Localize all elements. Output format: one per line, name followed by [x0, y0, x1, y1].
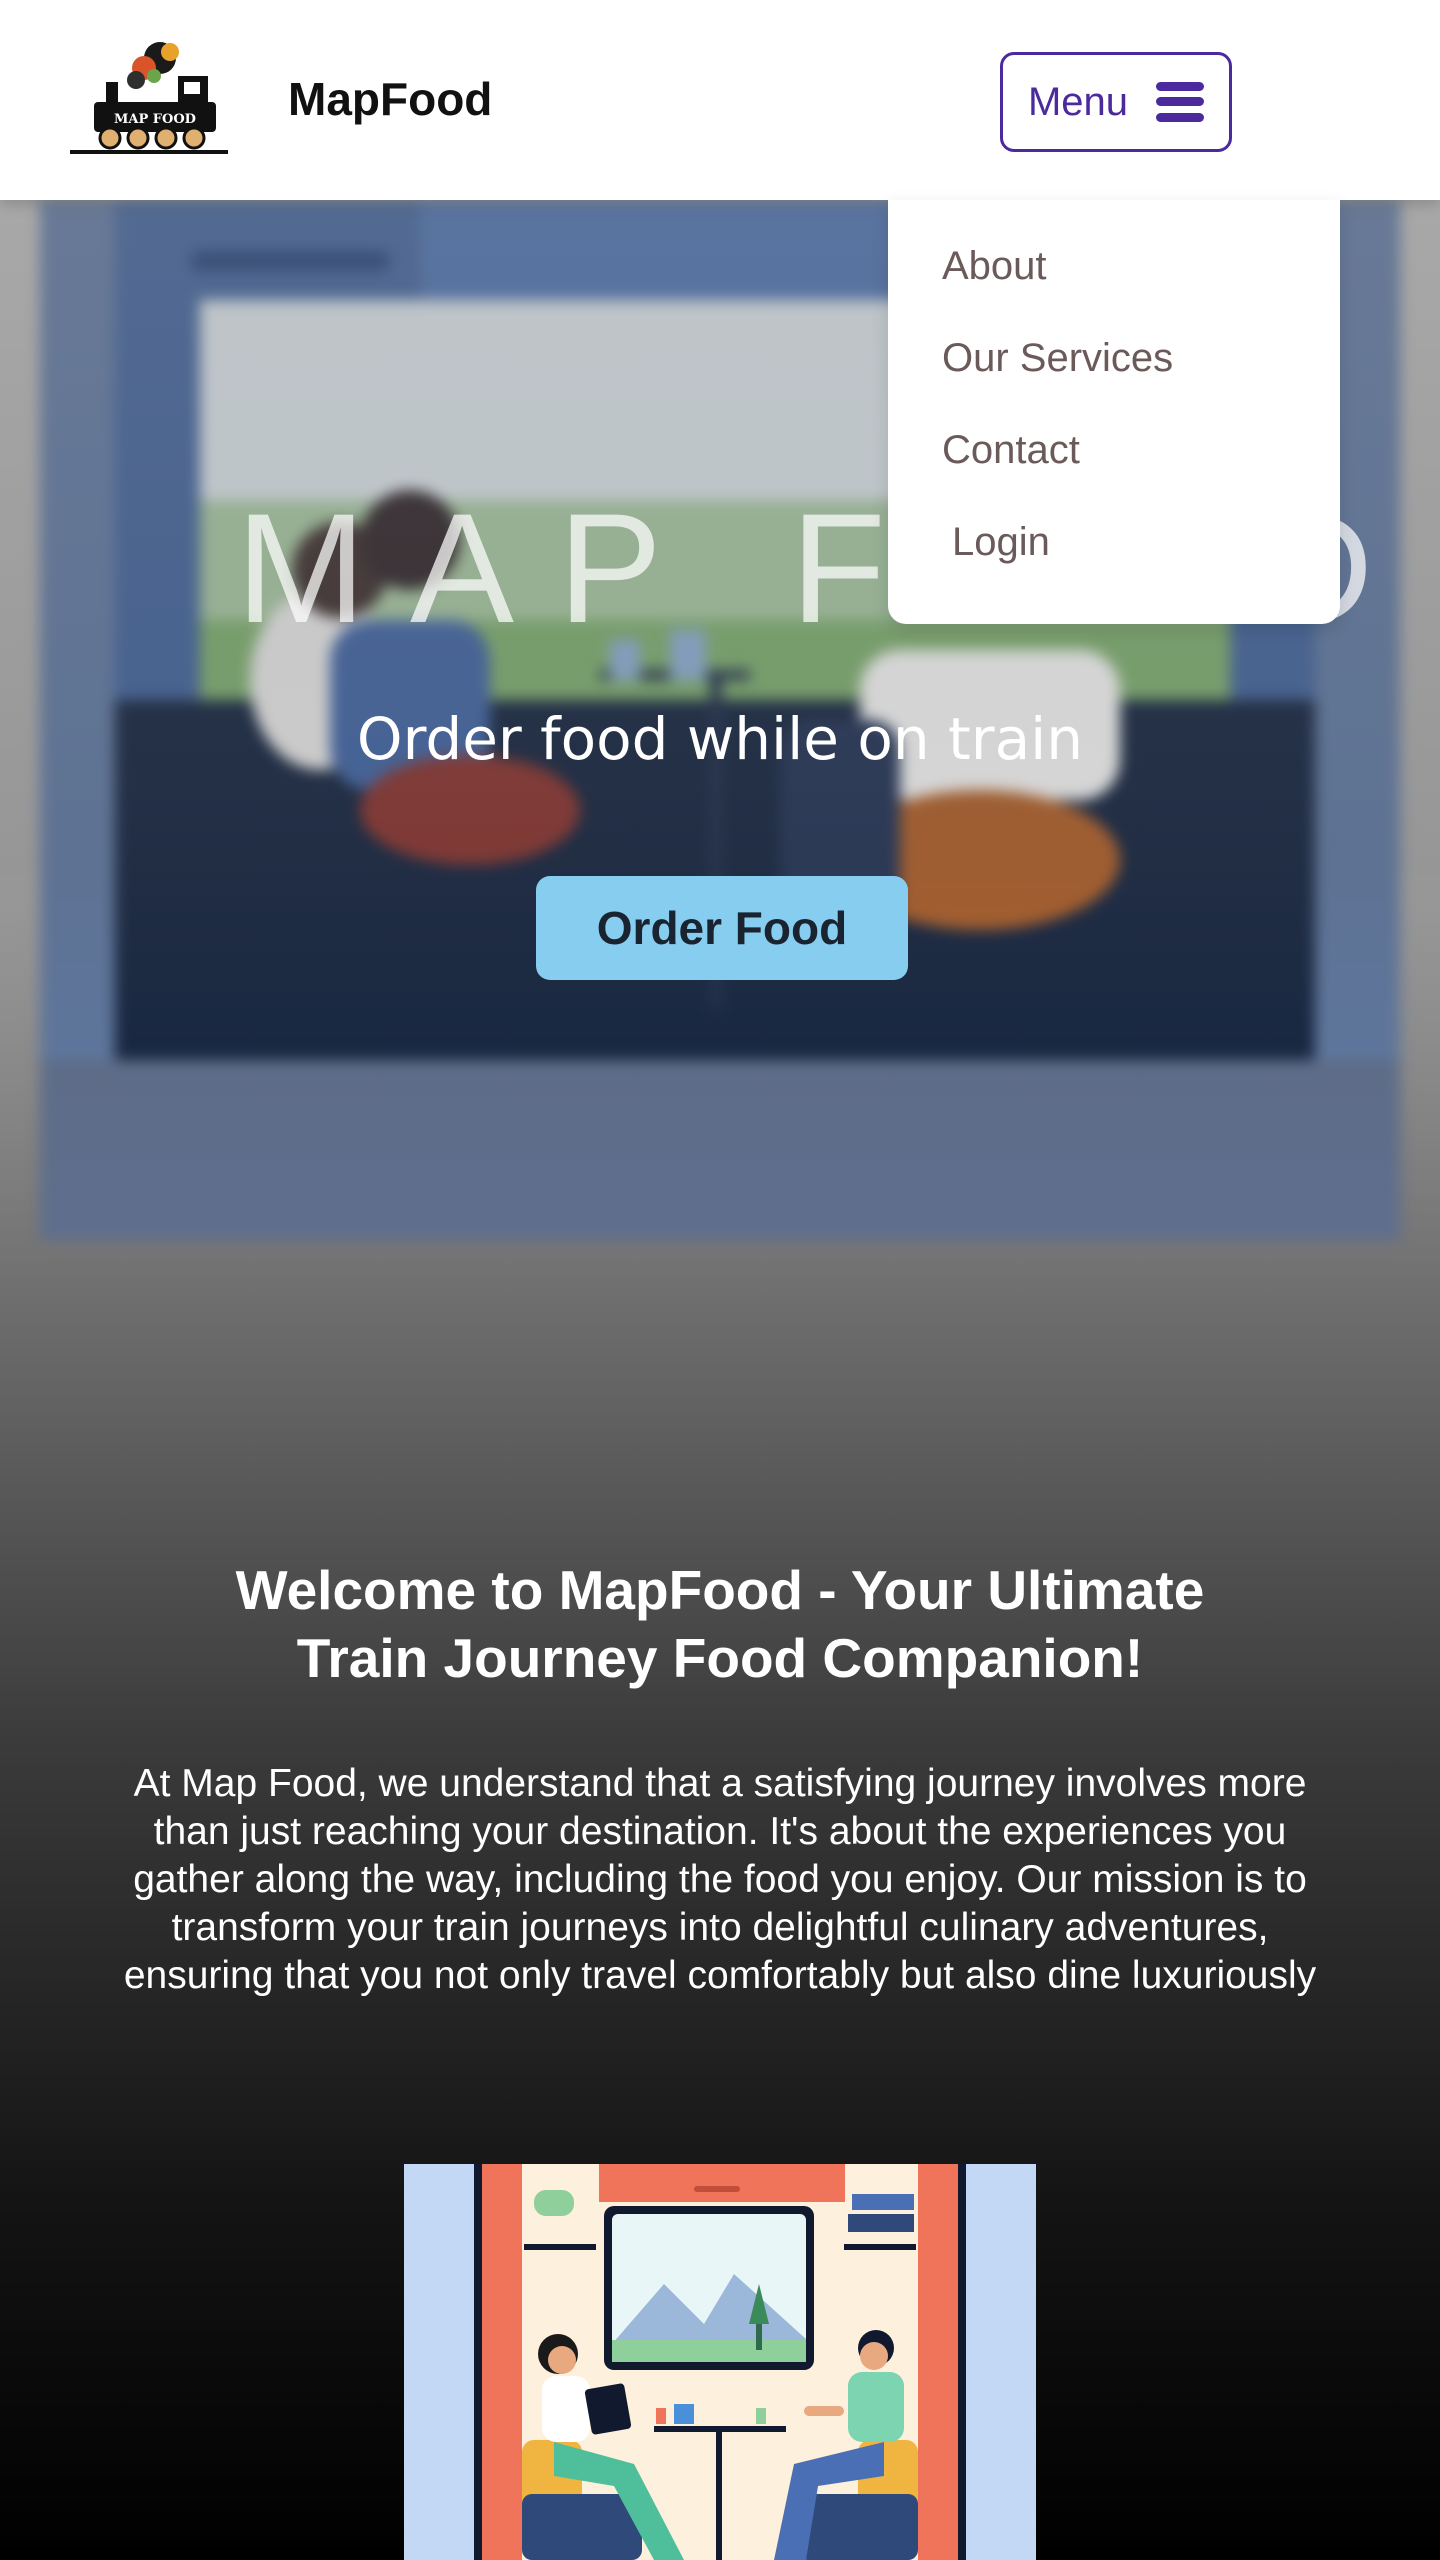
menu-button[interactable]: Menu: [1000, 52, 1232, 152]
train-logo-icon[interactable]: MAP FOOD: [66, 38, 230, 162]
menu-item-about[interactable]: About: [942, 244, 1047, 289]
brand-name[interactable]: MapFood: [288, 72, 492, 126]
welcome-description: At Map Food, we understand that a satisf…: [123, 1762, 1317, 1997]
menu-item-contact[interactable]: Contact: [942, 428, 1080, 473]
hamburger-icon: [1156, 82, 1205, 122]
site-header: MAP FOOD MapFood Menu: [0, 0, 1440, 200]
menu-button-label: Menu: [1027, 79, 1129, 124]
menu-item-login[interactable]: Login: [952, 520, 1050, 565]
hero-subtitle: Order food while on train: [356, 705, 1084, 773]
train-dining-illustration: [404, 2164, 1036, 2560]
menu-item-our-services[interactable]: Our Services: [942, 336, 1173, 381]
welcome-title: Welcome to MapFood - Your Ultimate Train…: [235, 1559, 1205, 1689]
menu-dropdown: About Our Services Contact Login: [888, 200, 1340, 624]
logo-text: MAP FOOD: [114, 112, 196, 127]
order-food-button[interactable]: Order Food: [536, 876, 908, 980]
